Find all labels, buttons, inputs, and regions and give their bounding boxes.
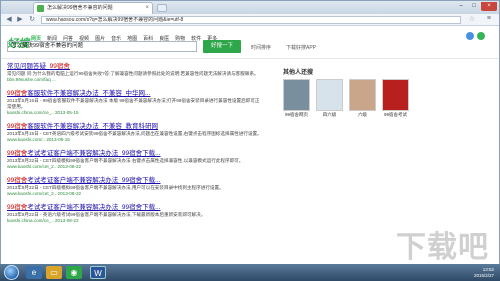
result-title-text: 常见问题答疑_ [7, 63, 50, 70]
result-title-text: 客服软件不兼容解决办法_不兼容_教育科研网 [27, 123, 158, 130]
folder-icon[interactable]: ▭ [46, 266, 62, 279]
result-title-text: 考试考证客户端不兼容解决办法_99宿舍下载... [27, 204, 161, 211]
related-thumb-image [349, 79, 376, 111]
window-controls: – □ × [455, 2, 497, 11]
download-app-link[interactable]: 下载好搜APP [286, 44, 316, 51]
back-icon[interactable]: ◀ [4, 15, 14, 25]
result-title-highlight: 99宿舍 [7, 204, 28, 211]
result-item: 99宿舍考试考证客户端不兼容解决办法_99宿舍下载... 2013年8月22日 … [7, 150, 262, 170]
system-tray[interactable]: 13:52 2015/2/27 [474, 267, 494, 278]
result-item: 99宿舍客服软件不兼容解决办法_不兼容_中华网... 2013年5月15日 - … [7, 90, 262, 116]
search-button[interactable]: 好搜一下 [203, 40, 241, 53]
menu-icon[interactable]: ≡ [487, 15, 491, 22]
result-item: 99宿舍考试考证客户端不兼容解决办法_99宿舍下载... 2013年8月22日 … [7, 204, 262, 224]
result-item: 99宿舍考试考证客户端不兼容解决办法_99宿舍下载... 2013年8月22日 … [7, 177, 262, 197]
result-title[interactable]: 99宿舍客服软件不兼容解决办法_不兼容_中华网... [7, 90, 262, 98]
result-title[interactable]: 99宿舍客服软件不兼容解决办法_不兼容_教育科研网 [7, 123, 262, 131]
result-title-highlight: 99宿舍 [7, 90, 28, 97]
browser-window: 怎么解决99宿舍不兼容的问题 × – □ × ◀ ▶ ↻ www.haosou.… [0, 0, 500, 264]
related-thumb-image [382, 79, 409, 111]
user-icon[interactable] [466, 32, 474, 40]
ie-icon[interactable]: e [26, 266, 42, 279]
time-sort-link[interactable]: 时间排序 [251, 44, 271, 51]
close-button[interactable]: × [481, 2, 497, 11]
related-sidebar: 其他人还搜 99宿舍网页 四六级 六级 99宿舍考试 [283, 67, 443, 118]
start-button[interactable] [4, 265, 19, 280]
word-icon[interactable]: W [90, 266, 106, 279]
result-title-highlight: 99宿舍 [7, 150, 28, 157]
related-caption: 六级 [358, 112, 367, 117]
related-heading: 其他人还搜 [283, 70, 314, 76]
minimize-button[interactable]: – [455, 2, 467, 11]
divider [1, 58, 499, 59]
page-content: 好搜 网页 新闻 问答 视频 图片 音乐 地图 百科 良医 购物 软件 更多 怎… [1, 27, 499, 264]
result-title[interactable]: 常见问题答疑_99宿舍 [7, 63, 262, 71]
result-title[interactable]: 99宿舍考试考证客户端不兼容解决办法_99宿舍下载... [7, 177, 262, 185]
result-item: 99宿舍客服软件不兼容解决办法_不兼容_教育科研网 2013年5月15日 - C… [7, 123, 262, 143]
tab-title: 怎么解决99宿舍不兼容的问题 [47, 5, 113, 11]
results-list: 常见问题答疑_99宿舍 常见问题 问:为什么我的电脑上运行99宿舍失败?答:了解… [7, 63, 262, 231]
related-item[interactable]: 四六级 [316, 79, 343, 118]
result-title-highlight: 99宿舍 [49, 63, 70, 70]
result-url[interactable]: bbs.99sushe.com/faq ... [7, 77, 262, 83]
result-item: 常见问题答疑_99宿舍 常见问题 问:为什么我的电脑上运行99宿舍失败?答:了解… [7, 63, 262, 83]
result-url[interactable]: www.kaoshi.com/.. 2013-05-15 [7, 137, 262, 143]
result-title-text: 考试考证客户端不兼容解决办法_99宿舍下载... [27, 150, 161, 157]
result-title-text: 考试考证客户端不兼容解决办法_99宿舍下载... [27, 177, 161, 184]
related-item[interactable]: 六级 [349, 79, 376, 118]
tab-search[interactable]: 怎么解决99宿舍不兼容的问题 × [33, 2, 153, 14]
app-icon[interactable] [477, 32, 485, 40]
watermark-logo: 下载吧 [396, 230, 489, 264]
result-url[interactable]: www.kaoshi.com/cet_2.. 2013-08-22 [7, 191, 262, 197]
clock-date: 2015/2/27 [473, 272, 494, 278]
bookmark-star-icon[interactable]: ☆ [469, 15, 475, 23]
result-title-highlight: 99宿舍 [7, 123, 28, 130]
maximize-button[interactable]: □ [468, 2, 480, 11]
result-url[interactable]: www.kaoshi.com/cet_2.. 2013-08-22 [7, 164, 262, 170]
user-icons [466, 32, 485, 40]
related-item[interactable]: 99宿舍考试 [382, 79, 409, 118]
url-input[interactable]: www.haosou.com/s?q=怎么解决99宿舍不兼容的问题&ie=utf… [41, 16, 461, 24]
result-url[interactable]: kaoshi.china.com/ce_.. 2013-08-22 [7, 218, 262, 224]
result-title[interactable]: 99宿舍考试考证客户端不兼容解决办法_99宿舍下载... [7, 204, 262, 212]
related-thumb-image [283, 79, 310, 111]
tab-close-icon[interactable]: × [145, 3, 149, 14]
search-input[interactable]: 怎么解决99宿舍不兼容的问题 [7, 41, 197, 52]
result-title[interactable]: 99宿舍考试考证客户端不兼容解决办法_99宿舍下载... [7, 150, 262, 158]
related-caption: 99宿舍网页 [284, 112, 308, 117]
refresh-icon[interactable]: ↻ [27, 15, 37, 25]
browser-taskbar-icon[interactable]: ◉ [66, 266, 82, 279]
tab-bar: 怎么解决99宿舍不兼容的问题 × – □ × [1, 1, 499, 14]
result-url[interactable]: kaoshi.china.com/ce_.. 2013-05-15 [7, 110, 262, 116]
result-desc: 2013年5月15日 - 99宿舍客服软件不兼容解决办法 本版 99宿舍不兼容解… [7, 98, 260, 109]
favicon-icon [37, 5, 44, 12]
address-bar: ◀ ▶ ↻ www.haosou.com/s?q=怎么解决99宿舍不兼容的问题&… [1, 14, 499, 26]
result-title-highlight: 99宿舍 [7, 177, 28, 184]
result-title-text: 客服软件不兼容解决办法_不兼容_中华网... [27, 90, 151, 97]
related-item[interactable]: 99宿舍网页 [283, 79, 310, 118]
related-thumb-image [316, 79, 343, 111]
new-tab-button[interactable] [157, 4, 167, 12]
related-caption: 99宿舍考试 [383, 112, 407, 117]
related-caption: 四六级 [322, 112, 337, 117]
forward-icon[interactable]: ▶ [15, 15, 25, 25]
taskbar: e ▭ ◉ W 13:52 2015/2/27 [0, 264, 500, 281]
